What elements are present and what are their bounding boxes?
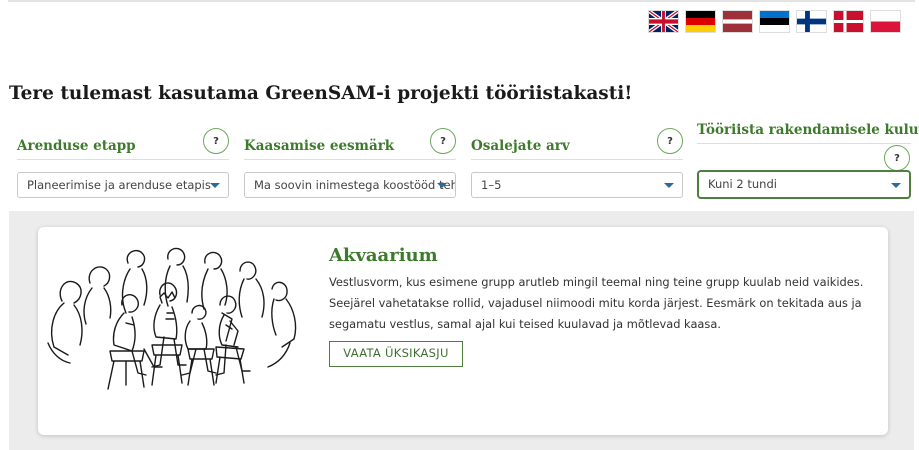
chevron-down-icon <box>210 183 220 188</box>
filter-development-stage: Arenduse etapp ? Planeerimise ja arendus… <box>17 124 229 200</box>
filter-divider <box>471 159 683 160</box>
participants-select[interactable]: 1–5 <box>471 172 683 198</box>
select-value: Planeerimise ja arenduse etapis <box>27 178 211 192</box>
filter-label: Osalejate arv <box>471 138 570 154</box>
help-icon[interactable]: ? <box>657 128 683 154</box>
denmark-flag-icon[interactable] <box>833 10 864 33</box>
page-title: Tere tulemast kasutama GreenSAM-i projek… <box>9 83 633 104</box>
poland-flag-icon[interactable] <box>870 10 901 33</box>
help-icon[interactable]: ? <box>884 145 910 171</box>
select-value: Ma soovin inimestega koostööd teha <box>254 178 456 192</box>
tool-card: Akvaarium Vestlusvorm, kus esimene grupp… <box>38 227 888 435</box>
view-details-button[interactable]: VAATA ÜKSIKASJU <box>329 341 463 367</box>
finland-flag-icon[interactable] <box>796 10 827 33</box>
chevron-down-icon <box>891 183 901 188</box>
filter-label: Arenduse etapp <box>17 138 136 154</box>
chevron-down-icon <box>437 183 447 188</box>
fishbowl-discussion-illustration <box>47 247 297 390</box>
help-icon[interactable]: ? <box>430 128 456 154</box>
select-value: 1–5 <box>481 178 502 192</box>
language-switcher <box>648 10 901 33</box>
results-area: Akvaarium Vestlusvorm, kus esimene grupp… <box>9 211 914 450</box>
latvia-flag-icon[interactable] <box>722 10 753 33</box>
help-icon[interactable]: ? <box>203 128 229 154</box>
select-value: Kuni 2 tundi <box>708 177 777 191</box>
time-select[interactable]: Kuni 2 tundi <box>697 170 911 199</box>
filter-engagement-goal: Kaasamise eesmärk ? Ma soovin inimestega… <box>244 124 456 200</box>
uk-flag-icon[interactable] <box>648 10 679 33</box>
top-divider <box>8 0 915 2</box>
stage-select[interactable]: Planeerimise ja arenduse etapis <box>17 172 229 198</box>
estonia-flag-icon[interactable] <box>759 10 790 33</box>
tool-description: Vestlusvorm, kus esimene grupp arutleb m… <box>329 275 864 331</box>
filter-label: Kaasamise eesmärk <box>244 138 395 154</box>
goal-select[interactable]: Ma soovin inimestega koostööd teha <box>244 172 456 198</box>
filter-divider <box>244 159 456 160</box>
chevron-down-icon <box>664 183 674 188</box>
germany-flag-icon[interactable] <box>685 10 716 33</box>
filter-label: Tööriista rakendamisele kuluv aeg <box>697 122 919 138</box>
filter-time-required: Tööriista rakendamisele kuluv aeg ? Kuni… <box>697 122 919 200</box>
filter-divider <box>17 159 229 160</box>
tool-title: Akvaarium <box>329 245 438 266</box>
filter-divider <box>697 143 911 144</box>
filter-participant-count: Osalejate arv ? 1–5 <box>471 124 683 200</box>
